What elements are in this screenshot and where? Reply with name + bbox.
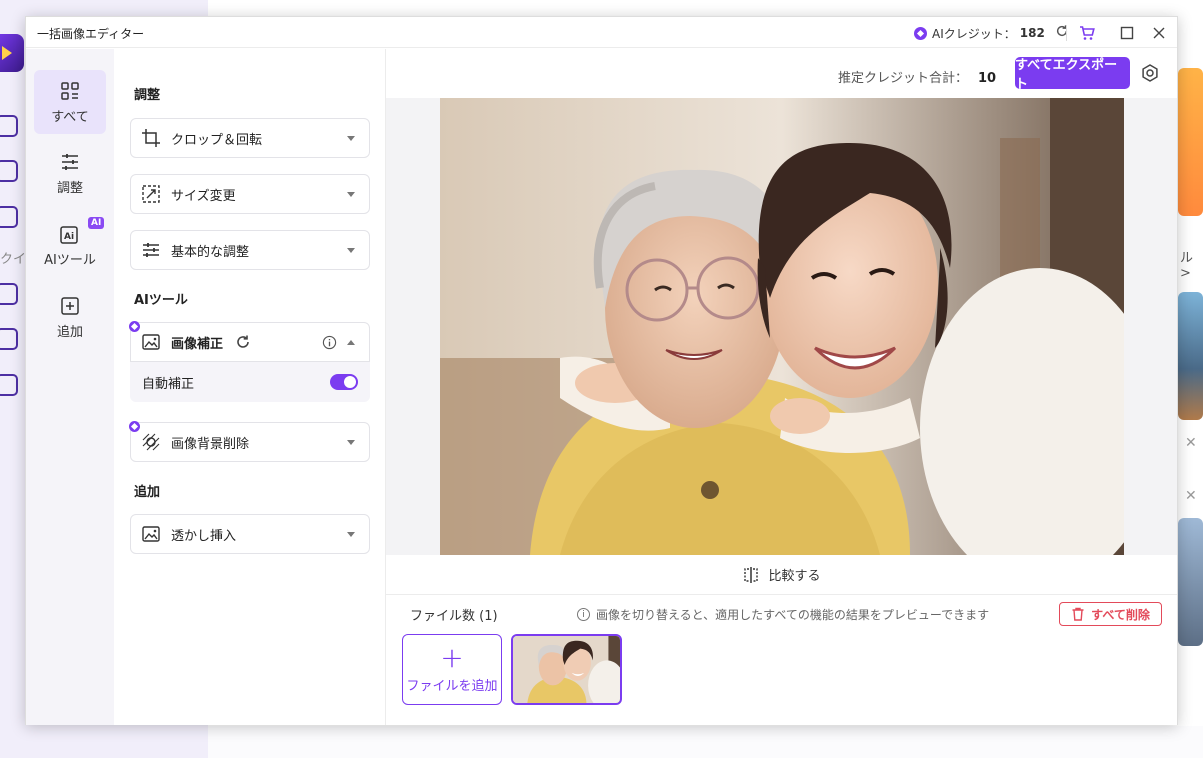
background-thumbnail <box>1178 518 1203 646</box>
hint-text: 画像を切り替えると、適用したすべての機能の結果をプレビューできます <box>596 608 990 622</box>
nav-item-label: 調整 <box>56 180 83 196</box>
tool-crop-rotate[interactable]: クロップ＆回転 <box>130 118 370 158</box>
crop-icon <box>142 129 160 147</box>
export-all-button[interactable]: すべてエクスポート <box>1015 57 1130 92</box>
nav-item-label: すべて <box>51 109 89 125</box>
category-nav: すべて 調整 AI Ai AIツール 追加 <box>26 49 114 725</box>
preview-hint: i 画像を切り替えると、適用したすべての機能の結果をプレビューできます <box>577 606 989 623</box>
tool-label: サイズ変更 <box>171 188 236 204</box>
grid-icon <box>61 81 79 100</box>
maximize-icon[interactable] <box>1116 22 1138 44</box>
image-icon <box>142 526 160 542</box>
section-title-adjust: 調整 <box>134 88 161 103</box>
background-footer <box>208 726 1203 758</box>
chevron-down-icon <box>347 192 355 197</box>
svg-text:Ai: Ai <box>64 232 74 242</box>
plus-square-icon <box>61 296 79 315</box>
tool-label: 画像背景削除 <box>171 436 250 452</box>
ai-credit-badge-icon <box>129 321 140 332</box>
preview-canvas <box>386 98 1177 555</box>
tool-watermark[interactable]: 透かし挿入 <box>130 514 370 554</box>
cart-icon[interactable] <box>1076 22 1098 44</box>
delete-all-button[interactable]: すべて削除 <box>1059 602 1162 626</box>
sliders-icon <box>62 153 78 170</box>
auto-enhance-toggle[interactable] <box>330 374 358 390</box>
app-logo-icon <box>0 34 24 72</box>
tools-panel: 調整 クロップ＆回転 サイズ変更 基本的な調整 AIツール 画像補正 自動補正 <box>114 49 386 725</box>
shapes-icon[interactable] <box>0 283 18 305</box>
estimate-label: 推定クレジット合計： <box>838 71 969 86</box>
briefcase-icon[interactable] <box>0 160 18 182</box>
tool-label: 画像補正 <box>171 336 224 352</box>
auto-enhance-row: 自動補正 <box>130 362 370 402</box>
screen-icon[interactable] <box>0 374 18 396</box>
close-icon[interactable] <box>1148 22 1170 44</box>
home-icon[interactable] <box>0 115 18 137</box>
delete-all-label: すべて削除 <box>1091 607 1150 622</box>
compare-toggle[interactable]: 比較する <box>386 555 1177 595</box>
document-icon[interactable] <box>0 206 18 228</box>
nav-item-adjust[interactable]: 調整 <box>34 141 106 205</box>
ai-credit-display: AIクレジット： 182 <box>914 24 1069 42</box>
credit-value: 182 <box>1019 26 1045 40</box>
titlebar-divider <box>1066 25 1067 41</box>
plus-icon: + <box>440 641 464 674</box>
resize-icon <box>142 185 160 203</box>
title-bar: 一括画像エディター AIクレジット： 182 <box>26 17 1177 48</box>
settings-icon[interactable] <box>1140 63 1160 83</box>
sliders-icon <box>143 243 159 257</box>
compare-icon <box>744 566 759 583</box>
ai-icon: Ai <box>60 225 78 244</box>
background-close-icon[interactable]: ✕ <box>1185 488 1197 504</box>
chevron-down-icon <box>347 532 355 537</box>
info-icon[interactable] <box>322 335 337 350</box>
estimate-value: 10 <box>978 71 997 86</box>
background-label: クイ <box>0 252 27 267</box>
add-file-button[interactable]: + ファイルを追加 <box>402 634 502 705</box>
file-thumbnail[interactable] <box>511 634 622 705</box>
ai-credit-badge-icon <box>129 421 140 432</box>
chevron-down-icon <box>347 248 355 253</box>
section-title-ai: AIツール <box>134 293 188 308</box>
tool-image-enhance[interactable]: 画像補正 <box>129 321 370 362</box>
credit-icon <box>914 26 927 40</box>
credit-label: AIクレジット： <box>932 26 1016 41</box>
add-file-label: ファイルを追加 <box>406 679 498 694</box>
tool-label: クロップ＆回転 <box>171 132 263 148</box>
preview-photo <box>440 98 1124 555</box>
window-title: 一括画像エディター <box>37 27 145 41</box>
nav-item-label: AIツール <box>44 252 96 268</box>
chevron-down-icon <box>347 136 355 141</box>
background-card <box>1178 68 1203 216</box>
compare-label: 比較する <box>768 569 821 584</box>
file-count: ファイル数 (1) <box>410 609 498 624</box>
tool-background-remove[interactable]: 画像背景削除 <box>129 421 370 462</box>
reset-icon[interactable] <box>235 334 251 350</box>
info-icon: i <box>577 608 590 621</box>
batch-editor-window: 一括画像エディター AIクレジット： 182 すべて 調整 AI Ai AIツー… <box>25 16 1178 725</box>
clipboard-icon[interactable] <box>0 328 18 350</box>
background-close-icon[interactable]: ✕ <box>1185 435 1197 451</box>
background-thumbnail <box>1178 292 1203 420</box>
nav-item-label: 追加 <box>56 324 83 340</box>
tool-label: 透かし挿入 <box>171 528 237 544</box>
tool-basic-adjust[interactable]: 基本的な調整 <box>130 230 370 270</box>
nav-item-all[interactable]: すべて <box>34 70 106 134</box>
section-title-add: 追加 <box>134 485 161 500</box>
nav-item-ai-tools[interactable]: AI Ai AIツール <box>34 213 106 277</box>
estimated-credits: 推定クレジット合計： 10 <box>838 67 996 86</box>
chevron-up-icon <box>347 340 355 345</box>
chevron-down-icon <box>347 440 355 445</box>
ai-badge: AI <box>88 217 105 229</box>
background-more-link[interactable]: ル > <box>1180 247 1203 281</box>
tool-label: 基本的な調整 <box>171 244 250 260</box>
auto-enhance-label: 自動補正 <box>142 376 195 392</box>
preview-area: 推定クレジット合計： 10 すべてエクスポート 比較する ファイル数 (1) i… <box>386 49 1177 725</box>
tool-resize[interactable]: サイズ変更 <box>130 174 370 214</box>
trash-icon <box>1072 607 1084 621</box>
background-remove-icon <box>142 433 160 451</box>
nav-item-add[interactable]: 追加 <box>34 285 106 349</box>
image-enhance-icon <box>142 334 160 350</box>
